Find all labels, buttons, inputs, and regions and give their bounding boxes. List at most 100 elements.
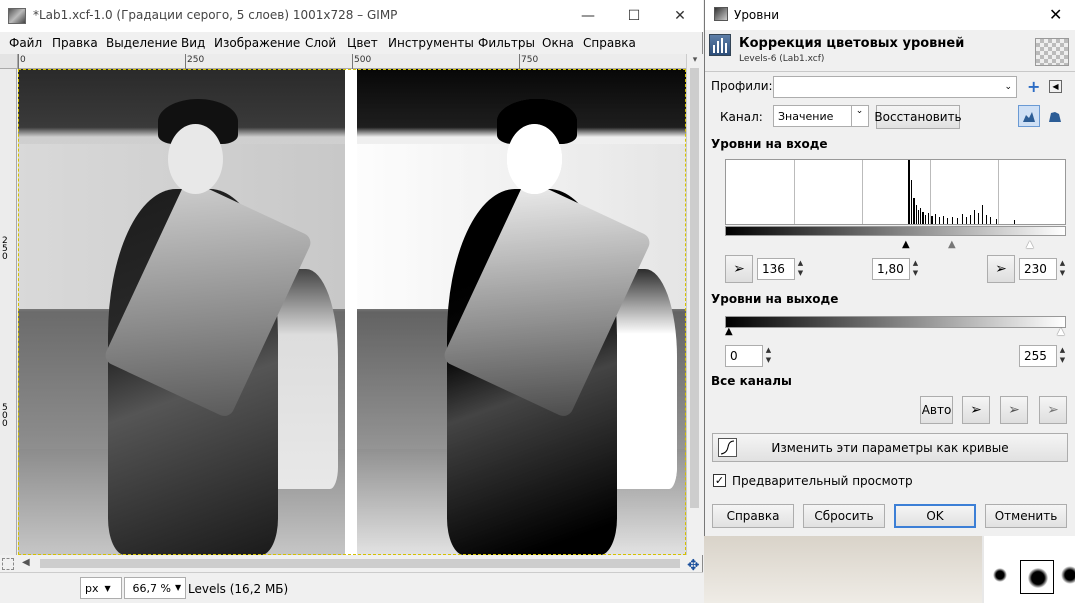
menu-bar: Файл Правка Выделение Вид Изображение Сл… [0,32,703,54]
horizontal-ruler[interactable]: 0 250 500 750 [18,54,686,69]
menu-select[interactable]: Выделение [106,36,177,50]
brush-icon[interactable] [1061,566,1075,584]
selected-brush[interactable] [1020,560,1054,594]
menu-layer[interactable]: Слой [305,36,336,50]
histogram[interactable] [725,159,1066,225]
title-bar: *Lab1.xcf-1.0 (Градации серого, 5 слоев)… [0,0,703,32]
status-bar: px ▼ 66,7 % ▼ Levels (16,2 МБ) [0,572,703,603]
scroll-thumb[interactable] [40,559,680,568]
preview-label: Предварительный просмотр [732,474,913,488]
menu-image[interactable]: Изображение [214,36,300,50]
image-canvas[interactable] [18,69,686,555]
maximize-button[interactable]: ☐ [611,0,657,32]
output-white-handle[interactable]: ▲ [1057,326,1065,337]
chevron-down-icon[interactable]: ▼ [175,583,181,592]
brushes-panel[interactable] [984,536,1075,603]
all-channels-heading: Все каналы [711,374,792,388]
preview-checkbox[interactable]: ✓ [713,474,726,487]
ok-button[interactable]: OK [894,504,976,528]
input-black-handle[interactable]: ▲ [902,239,910,250]
cancel-button[interactable]: Отменить [985,504,1067,528]
auto-button[interactable]: Авто [920,396,953,424]
menu-filters[interactable]: Фильтры [478,36,535,50]
vertical-scrollbar[interactable]: ▾ [686,54,703,555]
chevron-down-icon: ⌄ [851,106,867,126]
menu-file[interactable]: Файл [9,36,42,50]
menu-help[interactable]: Справка [583,36,636,50]
close-button[interactable]: ✕ [657,0,703,32]
menu-windows[interactable]: Окна [542,36,574,50]
brush-icon[interactable] [993,568,1007,582]
menu-view[interactable]: Вид [181,36,205,50]
auto-white-picker-button[interactable]: ➢ [1039,396,1067,424]
edit-as-curves-label: Изменить эти параметры как кривые [771,440,1009,455]
menu-edit[interactable]: Правка [52,36,98,50]
input-gradient [725,226,1066,236]
auto-gray-picker-button[interactable]: ➢ [1000,396,1028,424]
gimp-app-icon [8,8,26,24]
menu-color[interactable]: Цвет [347,36,378,50]
output-high-spin[interactable]: 255 [1019,345,1057,367]
eyedropper-icon: ➢ [995,261,1007,277]
spin-arrows-icon[interactable]: ▲ ▼ [911,258,920,280]
logarithmic-histogram-icon[interactable] [1044,105,1066,127]
gimp-image-window: *Lab1.xcf-1.0 (Градации серого, 5 слоев)… [0,0,703,603]
input-high-spin[interactable]: 230 [1019,258,1057,280]
edit-as-curves-button[interactable]: Изменить эти параметры как кривые [712,433,1068,462]
horizontal-scrollbar[interactable]: ◀ [18,555,686,572]
ruler-label: 500 [2,403,8,429]
navigate-icon[interactable]: ▾ [690,55,700,65]
window-title: *Lab1.xcf-1.0 (Градации серого, 5 слоев)… [33,8,398,22]
spin-arrows-icon[interactable]: ▲ ▼ [764,345,773,367]
reset-button[interactable]: Сбросить [803,504,885,528]
dialog-subheading: Levels-6 (Lab1.xcf) [739,54,825,64]
linear-histogram-icon[interactable] [1018,105,1040,127]
background-dock [704,536,1075,603]
input-gamma-spin[interactable]: 1,80 [872,258,910,280]
chevron-down-icon: ⌄ [1004,82,1012,92]
channel-value: Значение [778,109,834,123]
spin-arrows-icon[interactable]: ▲ ▼ [1058,258,1067,280]
output-black-handle[interactable]: ▲ [725,326,733,337]
input-levels-heading: Уровни на входе [711,137,828,151]
channel-label: Канал: [720,110,763,124]
vertical-ruler[interactable]: 250 500 [0,69,17,555]
help-button[interactable]: Справка [712,504,794,528]
minimize-button[interactable]: — [565,0,611,32]
ruler-label: 750 [521,55,539,65]
menu-tools[interactable]: Инструменты [388,36,474,50]
unit-value: px [85,581,99,595]
ruler-label: 0 [20,55,26,65]
input-low-value: 136 [762,262,785,276]
input-low-spin[interactable]: 136 [757,258,795,280]
spin-arrows-icon[interactable]: ▲ ▼ [1058,345,1067,367]
dialog-close-button[interactable]: ✕ [1049,5,1062,24]
output-low-spin[interactable]: 0 [725,345,763,367]
channel-select[interactable]: Значение ⌄ [773,105,869,127]
profiles-label: Профили: [711,79,773,93]
output-low-value: 0 [730,349,738,363]
input-gamma-handle[interactable]: ▲ [948,239,956,250]
levels-app-icon [714,7,728,21]
spin-arrows-icon[interactable]: ▲ ▼ [796,258,805,280]
output-levels-heading: Уровни на выходе [711,292,839,306]
profiles-select[interactable]: ⌄ [773,76,1017,98]
pick-black-point-button[interactable]: ➢ [725,255,753,283]
profile-menu-icon[interactable]: ◀ [1049,80,1062,93]
add-profile-icon[interactable]: + [1027,77,1040,96]
input-white-handle[interactable]: ▲ [1026,239,1034,250]
ruler-label: 500 [354,55,372,65]
status-message: Levels (16,2 МБ) [188,582,289,596]
scroll-thumb[interactable] [690,68,699,508]
scroll-left-icon[interactable]: ◀ [22,557,30,568]
reset-channel-button[interactable]: Восстановить [874,105,962,129]
output-high-value: 255 [1024,349,1047,363]
quick-mask-icon[interactable] [2,558,14,570]
right-photo-layer [357,69,686,555]
auto-black-picker-button[interactable]: ➢ [962,396,990,424]
ruler-corner[interactable] [0,54,18,69]
unit-select[interactable]: px ▼ [80,577,122,599]
dialog-title-bar: Уровни ✕ [705,0,1075,30]
eyedropper-icon: ➢ [1008,402,1020,418]
pick-white-point-button[interactable]: ➢ [987,255,1015,283]
